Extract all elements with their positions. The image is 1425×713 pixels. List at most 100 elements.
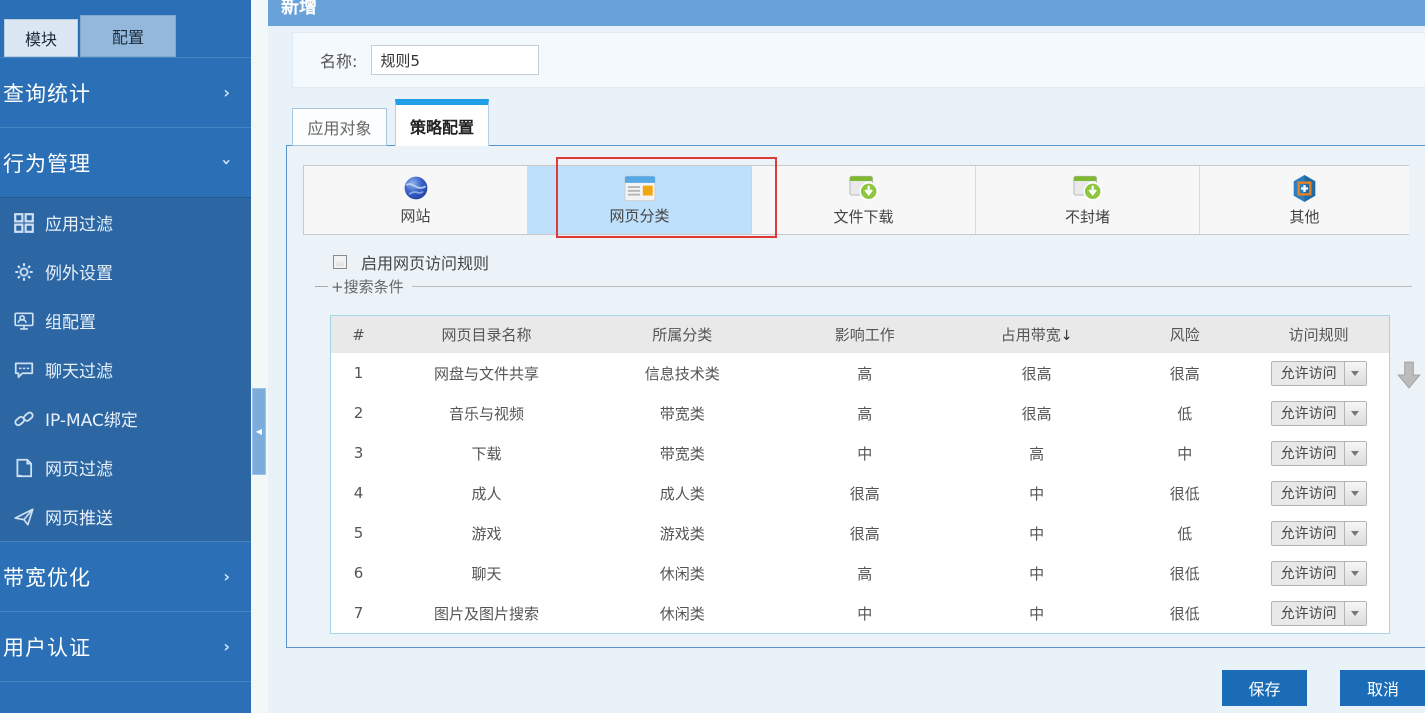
sidebar-group-query-stats[interactable]: 查询统计› (0, 57, 251, 127)
access-rule-dropdown[interactable]: 允许访问 (1271, 521, 1367, 546)
cell-name: 图片及图片搜索 (386, 593, 587, 633)
policy-tab-other[interactable]: 其他 (1200, 166, 1409, 234)
download-icon (849, 174, 879, 203)
table-row: 7图片及图片搜索休闲类中中很低允许访问 (331, 593, 1389, 633)
link-icon (13, 408, 35, 430)
sidebar-group-label: 带宽优化 (3, 562, 91, 592)
dropdown-button[interactable] (1344, 522, 1366, 545)
save-button[interactable]: 保存 (1222, 670, 1307, 706)
sidebar-tab-config[interactable]: 配置 (80, 15, 176, 57)
tab-apply-target[interactable]: 应用对象 (292, 108, 387, 146)
sidebar-item-group-config[interactable]: 组配置 (0, 296, 251, 345)
sidebar-item-exception-settings[interactable]: 例外设置 (0, 247, 251, 296)
sidebar-item-ip-mac-binding[interactable]: IP-MAC绑定 (0, 394, 251, 443)
chat-icon (13, 359, 35, 381)
table-row: 2音乐与视频带宽类高很高低允许访问 (331, 393, 1389, 433)
monitor-user-icon (13, 310, 35, 332)
sidebar-group-bandwidth-opt[interactable]: 带宽优化› (0, 541, 251, 611)
sidebar-item-web-push[interactable]: 网页推送 (0, 492, 251, 541)
cell-name: 聊天 (386, 553, 587, 593)
sidebar-item-web-filter[interactable]: 网页过滤 (0, 443, 251, 492)
cell-category: 带宽类 (587, 433, 777, 473)
cancel-button[interactable]: 取消 (1340, 670, 1425, 706)
column-header[interactable]: 占用带宽↓ (952, 316, 1121, 353)
access-rule-dropdown[interactable]: 允许访问 (1271, 441, 1367, 466)
scroll-down-arrow-icon[interactable] (1396, 360, 1422, 390)
main-content: 新增 名称: 应用对象策略配置 网站网页分类文件下载不封堵其他 启用网页访问规则… (268, 0, 1425, 713)
dropdown-button[interactable] (1344, 442, 1366, 465)
policy-tab-file-download[interactable]: 文件下载 (752, 166, 976, 234)
sidebar-collapse-handle[interactable]: ◀ (252, 388, 266, 475)
sidebar-submenu: 应用过滤例外设置组配置聊天过滤IP-MAC绑定网页过滤网页推送 (0, 197, 251, 541)
dropdown-button[interactable] (1344, 562, 1366, 585)
cell-risk: 很低 (1121, 553, 1248, 593)
cell-bandwidth: 中 (952, 513, 1121, 553)
policy-tab-label: 文件下载 (833, 206, 893, 227)
policy-tab-no-block[interactable]: 不封堵 (976, 166, 1200, 234)
column-header[interactable]: 影响工作 (777, 316, 952, 353)
sidebar-item-chat-filter[interactable]: 聊天过滤 (0, 345, 251, 394)
sidebar-group-label: 用户认证 (3, 632, 91, 662)
enable-web-access-checkbox[interactable] (333, 255, 347, 269)
cell-work_impact: 中 (777, 433, 952, 473)
cell-rule: 允许访问 (1248, 513, 1389, 553)
rule-name-form: 名称: (292, 32, 1425, 88)
sidebar-group-behavior-mgmt[interactable]: 行为管理› (0, 127, 251, 197)
dropdown-arrow-icon (1351, 411, 1359, 416)
column-header[interactable]: 访问规则 (1248, 316, 1389, 353)
paper-plane-icon (13, 506, 35, 528)
column-header[interactable]: # (331, 316, 386, 353)
dropdown-arrow-icon (1351, 371, 1359, 376)
tab-policy-config[interactable]: 策略配置 (395, 99, 489, 146)
policy-tab-website[interactable]: 网站 (304, 166, 528, 234)
name-label: 名称: (320, 48, 357, 72)
cell-num: 7 (331, 593, 386, 633)
access-rule-value: 允许访问 (1272, 402, 1344, 425)
search-condition-toggle[interactable]: +搜索条件 (331, 276, 404, 297)
column-header[interactable]: 所属分类 (587, 316, 777, 353)
divider (412, 286, 1412, 287)
cell-work_impact: 很高 (777, 513, 952, 553)
column-header[interactable]: 风险 (1121, 316, 1248, 353)
cell-category: 带宽类 (587, 393, 777, 433)
cell-num: 3 (331, 433, 386, 473)
cell-rule: 允许访问 (1248, 553, 1389, 593)
sidebar-item-app-filter[interactable]: 应用过滤 (0, 198, 251, 247)
sidebar-tab-module[interactable]: 模块 (4, 19, 78, 57)
cell-num: 1 (331, 353, 386, 393)
hexagon-plus-icon (1291, 174, 1318, 203)
sidebar-item-label: 例外设置 (45, 259, 113, 284)
grid-icon (13, 212, 35, 234)
access-rule-dropdown[interactable]: 允许访问 (1271, 361, 1367, 386)
cell-category: 休闲类 (587, 553, 777, 593)
dropdown-arrow-icon (1351, 531, 1359, 536)
dropdown-button[interactable] (1344, 402, 1366, 425)
dropdown-button[interactable] (1344, 482, 1366, 505)
sidebar-group-user-auth[interactable]: 用户认证› (0, 611, 251, 681)
dropdown-arrow-icon (1351, 611, 1359, 616)
dropdown-arrow-icon (1351, 571, 1359, 576)
dropdown-button[interactable] (1344, 362, 1366, 385)
policy-tab-web-category[interactable]: 网页分类 (528, 166, 752, 234)
table-row: 5游戏游戏类很高中低允许访问 (331, 513, 1389, 553)
access-rule-dropdown[interactable]: 允许访问 (1271, 481, 1367, 506)
cell-bandwidth: 高 (952, 433, 1121, 473)
sidebar-gutter: ◀ (251, 0, 268, 713)
sidebar-item-label: 组配置 (45, 308, 96, 333)
cell-risk: 很低 (1121, 593, 1248, 633)
cell-work_impact: 高 (777, 553, 952, 593)
cell-name: 成人 (386, 473, 587, 513)
cell-work_impact: 高 (777, 353, 952, 393)
column-header[interactable]: 网页目录名称 (386, 316, 587, 353)
cell-num: 2 (331, 393, 386, 433)
rule-name-input[interactable] (371, 45, 539, 75)
cell-work_impact: 很高 (777, 473, 952, 513)
access-rule-dropdown[interactable]: 允许访问 (1271, 561, 1367, 586)
policy-tab-label: 不封堵 (1065, 206, 1110, 227)
sidebar-group-label: 查询统计 (3, 78, 91, 108)
access-rule-dropdown[interactable]: 允许访问 (1271, 401, 1367, 426)
chevron-left-icon: ◀ (256, 427, 262, 436)
dropdown-button[interactable] (1344, 602, 1366, 625)
sidebar-nav: 查询统计›行为管理›应用过滤例外设置组配置聊天过滤IP-MAC绑定网页过滤网页推… (0, 57, 251, 707)
access-rule-dropdown[interactable]: 允许访问 (1271, 601, 1367, 626)
